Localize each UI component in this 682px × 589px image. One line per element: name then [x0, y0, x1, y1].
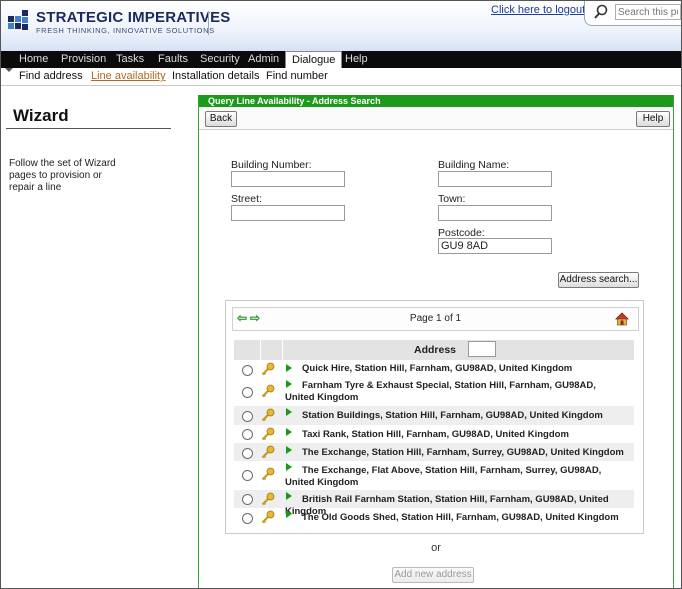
or-separator: or: [431, 542, 441, 554]
brand-tagline: FRESH THINKING, INNOVATIVE SOLUTIONS: [36, 26, 215, 35]
row-select-radio[interactable]: [242, 494, 253, 505]
subnav-find-number[interactable]: Find number: [266, 70, 328, 82]
search-input[interactable]: [615, 4, 681, 20]
address-column-header: Address: [234, 340, 634, 360]
town-label: Town:: [438, 193, 466, 205]
address-text: Station Buildings, Station Hill, Farnham…: [302, 410, 603, 421]
brand-name: STRATEGIC IMPERATIVES: [36, 9, 231, 26]
table-row[interactable]: The Old Goods Shed, Station Hill, Farnha…: [234, 508, 634, 526]
row-select-radio[interactable]: [242, 470, 253, 481]
row-select-radio[interactable]: [242, 448, 253, 459]
key-icon[interactable]: [261, 408, 275, 422]
wizard-divider: [6, 128, 171, 129]
address-text: The Exchange, Station Hill, Farnham, Sur…: [302, 447, 624, 458]
key-icon[interactable]: [261, 427, 275, 441]
brand-logo-icon: [8, 10, 32, 34]
key-icon[interactable]: [261, 467, 275, 481]
sub-nav: Find address Line availability Installat…: [1, 68, 681, 86]
back-button[interactable]: Back: [205, 111, 237, 127]
town-field[interactable]: [438, 205, 552, 221]
address-results: ⇦ ⇨ Page 1 of 1 Address Quick Hire, Stat…: [225, 300, 644, 534]
key-icon[interactable]: [261, 362, 275, 376]
table-row[interactable]: Quick Hire, Station Hill, Farnham, GU98A…: [234, 360, 634, 378]
address-text: Farnham Tyre & Exhaust Special, Station …: [285, 380, 596, 403]
results-pager: ⇦ ⇨ Page 1 of 1: [232, 307, 639, 331]
subnav-find-address[interactable]: Find address: [19, 70, 83, 82]
panel-toolbar: Back Help: [199, 107, 673, 130]
page-info: Page 1 of 1: [409, 313, 462, 324]
address-text: Quick Hire, Station Hill, Farnham, GU98A…: [302, 363, 573, 374]
table-row[interactable]: Taxi Rank, Station Hill, Farnham, GU98AD…: [234, 425, 634, 443]
logout-link[interactable]: Click here to logout: [491, 4, 585, 16]
nav-item-help[interactable]: Help: [345, 51, 368, 68]
street-label: Street:: [231, 193, 262, 205]
wizard-description: Follow the set of Wizard pages to provis…: [9, 158, 116, 193]
building-number-label: Building Number:: [231, 159, 312, 171]
table-row[interactable]: The Exchange, Station Hill, Farnham, Sur…: [234, 443, 634, 461]
address-text: The Exchange, Flat Above, Station Hill, …: [285, 465, 602, 488]
table-row[interactable]: Farnham Tyre & Exhaust Special, Station …: [234, 378, 634, 406]
row-select-radio[interactable]: [242, 365, 253, 376]
wizard-title: Wizard: [13, 106, 69, 125]
home-icon[interactable]: [615, 312, 629, 326]
building-number-field[interactable]: [231, 171, 345, 187]
key-icon[interactable]: [261, 445, 275, 459]
site-header: STRATEGIC IMPERATIVES FRESH THINKING, IN…: [1, 1, 681, 51]
address-text: The Old Goods Shed, Station Hill, Farnha…: [302, 512, 619, 523]
table-row[interactable]: British Rail Farnham Station, Station Hi…: [234, 490, 634, 517]
nav-item-faults[interactable]: Faults: [158, 51, 188, 68]
nav-item-home[interactable]: Home: [19, 51, 48, 68]
nav-item-provision[interactable]: Provision: [61, 51, 106, 68]
nav-item-tasks[interactable]: Tasks: [116, 51, 144, 68]
building-name-field[interactable]: [438, 171, 552, 187]
nav-item-security[interactable]: Security: [200, 51, 240, 68]
search-icon[interactable]: [593, 4, 609, 20]
column-divider: [282, 340, 283, 360]
column-divider: [260, 340, 261, 360]
add-new-address-button[interactable]: Add new address: [392, 567, 474, 583]
address-search-button[interactable]: Address search...: [558, 272, 639, 288]
address-search-panel: Query Line Availability - Address Search…: [198, 95, 674, 588]
caret-down-icon: [5, 68, 13, 72]
table-row[interactable]: The Exchange, Flat Above, Station Hill, …: [234, 461, 634, 490]
subnav-line-availability[interactable]: Line availability: [91, 70, 166, 82]
row-select-radio[interactable]: [242, 429, 253, 440]
row-select-radio[interactable]: [242, 411, 253, 422]
street-field[interactable]: [231, 205, 345, 221]
key-icon[interactable]: [261, 384, 275, 398]
address-text: Taxi Rank, Station Hill, Farnham, GU98AD…: [302, 429, 569, 440]
postcode-field[interactable]: [438, 238, 552, 254]
building-name-label: Building Name:: [438, 159, 510, 171]
help-button[interactable]: Help: [636, 111, 670, 127]
key-icon[interactable]: [261, 510, 275, 524]
portal-search: [584, 1, 681, 26]
subnav-installation-details[interactable]: Installation details: [172, 70, 259, 82]
nav-item-admin[interactable]: Admin: [248, 51, 279, 68]
address-filter-input[interactable]: [468, 341, 496, 357]
app-window: STRATEGIC IMPERATIVES FRESH THINKING, IN…: [0, 0, 682, 589]
key-icon[interactable]: [261, 492, 275, 506]
nav-item-dialogue[interactable]: Dialogue: [285, 51, 343, 69]
row-select-radio[interactable]: [242, 513, 253, 524]
main-nav: Home Provision Tasks Faults Security Adm…: [1, 51, 681, 69]
panel-title: Query Line Availability - Address Search: [199, 95, 673, 107]
address-header-label: Address: [414, 344, 457, 356]
header-divider: [208, 11, 209, 35]
table-row[interactable]: Station Buildings, Station Hill, Farnham…: [234, 406, 634, 425]
row-select-radio[interactable]: [242, 387, 253, 398]
